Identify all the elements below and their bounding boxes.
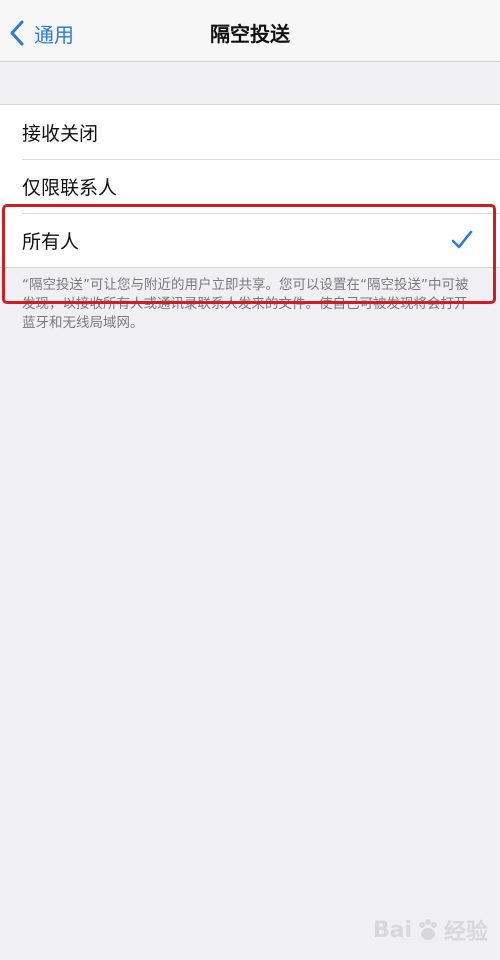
option-receiving-off[interactable]: 接收关闭 [0,105,500,159]
checkmark-icon [450,228,474,252]
option-everyone[interactable]: 所有人 [0,213,500,267]
page-title: 隔空投送 [210,22,290,46]
navigation-bar: 通用 隔空投送 [0,0,500,62]
option-label: 仅限联系人 [22,176,118,199]
paw-icon [415,917,441,943]
option-label: 所有人 [22,230,80,253]
option-contacts-only[interactable]: 仅限联系人 [0,159,500,213]
airdrop-options-list: 接收关闭 仅限联系人 所有人 [0,104,500,268]
watermark-suffix: 经验 [443,920,488,945]
watermark-prefix: Bai [372,917,412,943]
airdrop-description: “隔空投送”可让您与附近的用户立即共享。您可以设置在“隔空投送”中可被发现，以接… [22,277,469,331]
option-label: 接收关闭 [22,122,99,145]
baidu-watermark: Bai 经验 [373,914,488,946]
